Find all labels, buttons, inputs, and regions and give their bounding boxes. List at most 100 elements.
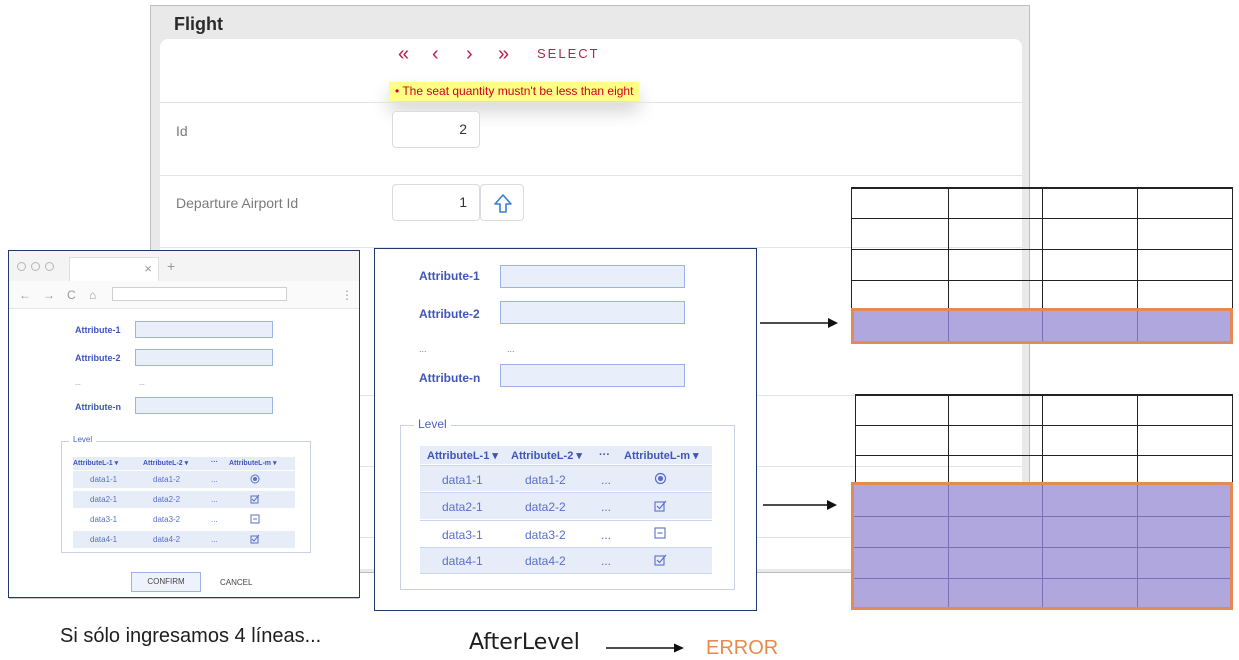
home-icon[interactable]: ⌂ <box>89 288 96 302</box>
ellipsis-label: ... <box>75 380 81 387</box>
departure-airport-id-input[interactable]: 1 <box>392 184 480 221</box>
menu-icon[interactable]: ⋮ <box>341 288 353 302</box>
level-legend: Level <box>69 435 97 444</box>
grid-cell: ... <box>601 528 612 542</box>
confirm-button[interactable]: CONFIRM <box>131 572 201 592</box>
attribute-1-input[interactable] <box>135 321 273 338</box>
attribute-n-label: Attribute-n <box>419 371 481 385</box>
grid-cell: data1-2 <box>525 473 566 487</box>
grid-cell: data3-1 <box>442 528 483 542</box>
window-control-icon[interactable] <box>45 262 54 271</box>
grid-cell: data1-2 <box>153 475 181 484</box>
next-record-button[interactable]: › <box>466 44 473 64</box>
ellipsis-label: ... <box>419 344 427 354</box>
address-bar[interactable] <box>112 287 287 301</box>
back-icon[interactable]: ← <box>19 288 31 302</box>
radio-icon[interactable] <box>250 474 260 484</box>
id-input[interactable]: 2 <box>392 111 480 148</box>
grid-cell: ... <box>601 500 612 514</box>
column-header[interactable]: AttributeL-2 ▾ <box>511 449 582 462</box>
grid-cell: ... <box>601 473 612 487</box>
table-line <box>1232 394 1233 482</box>
last-record-button[interactable]: » <box>498 44 509 64</box>
attribute-n-input[interactable] <box>135 397 273 414</box>
error-message: • The seat quantity mustn't be less than… <box>389 82 640 101</box>
grid-cell: data2-1 <box>442 500 483 514</box>
forward-icon[interactable]: → <box>43 288 55 302</box>
checkbox-checked-icon[interactable] <box>250 534 260 544</box>
attribute-1-input[interactable] <box>500 265 685 288</box>
table-line <box>855 394 856 482</box>
arrow-right-icon <box>606 643 684 653</box>
first-record-button[interactable]: « <box>398 44 409 64</box>
previous-record-button[interactable]: ‹ <box>432 44 439 64</box>
level-legend: Level <box>414 417 451 431</box>
select-link[interactable]: SELECT <box>537 46 600 61</box>
close-tab-icon[interactable]: × <box>144 261 152 276</box>
grid-cell: data1-1 <box>442 473 483 487</box>
id-label: Id <box>176 123 188 139</box>
grid-cell: data1-1 <box>90 475 118 484</box>
divider <box>160 175 1022 176</box>
table-line <box>855 425 1233 426</box>
window-control-icon[interactable] <box>17 262 26 271</box>
grid-cell: data4-2 <box>525 554 566 568</box>
reload-icon[interactable]: C <box>67 288 76 302</box>
attribute-2-label: Attribute-2 <box>419 307 480 321</box>
table-line <box>948 187 949 311</box>
divider <box>420 573 712 574</box>
ellipsis-value: ... <box>139 380 145 387</box>
column-header: ··· <box>211 459 218 466</box>
table-line <box>1042 394 1043 482</box>
checkbox-partial-icon[interactable] <box>654 527 667 540</box>
column-header: ··· <box>599 449 610 461</box>
window-control-icon[interactable] <box>31 262 40 271</box>
arrow-right-icon <box>763 500 837 510</box>
radio-icon[interactable] <box>654 472 667 485</box>
table-line <box>1042 187 1043 311</box>
column-header[interactable]: AttributeL-2 ▾ <box>143 459 188 467</box>
grid-cell: data2-1 <box>90 495 118 504</box>
cancel-button[interactable]: CANCEL <box>220 578 252 587</box>
highlight-border <box>851 308 1233 344</box>
browser-tab[interactable]: × <box>69 257 159 281</box>
divider <box>160 102 1022 103</box>
checkbox-checked-icon[interactable] <box>250 494 260 504</box>
grid-cell: ... <box>601 554 612 568</box>
attribute-n-input[interactable] <box>500 364 685 387</box>
new-tab-icon[interactable]: + <box>167 258 175 274</box>
grid-cell: data3-2 <box>525 528 566 542</box>
data-table-top <box>851 187 1233 344</box>
form-panel: Attribute-1 Attribute-2 ... ... Attribut… <box>374 248 757 611</box>
column-header[interactable]: AttributeL-1 ▾ <box>427 449 498 462</box>
table-line <box>1137 187 1138 311</box>
table-line <box>851 187 852 311</box>
grid-cell: data3-1 <box>90 515 118 524</box>
divider <box>420 520 712 521</box>
ellipsis-value: ... <box>507 344 515 354</box>
caption-left: Si sólo ingresamos 4 líneas... <box>60 625 322 647</box>
grid-cell: data2-2 <box>525 500 566 514</box>
attribute-2-input[interactable] <box>135 349 273 366</box>
grid-cell: ... <box>211 475 218 484</box>
column-header[interactable]: AttributeL-m ▾ <box>229 459 276 467</box>
checkbox-partial-icon[interactable] <box>250 514 260 524</box>
divider <box>9 598 359 599</box>
grid-cell: data2-2 <box>153 495 181 504</box>
table-line <box>1137 394 1138 482</box>
page-title: Flight <box>174 14 223 34</box>
table-line <box>855 394 1233 396</box>
grid-cell: data3-2 <box>153 515 181 524</box>
error-text: The seat quantity mustn't be less than e… <box>402 84 634 98</box>
prompt-button[interactable] <box>480 184 524 221</box>
browser-toolbar: ← → C ⌂ ⋮ <box>9 281 359 309</box>
browser-window: × + ← → C ⌂ ⋮ Attribute-1 Attribute-2 ..… <box>8 250 360 599</box>
grid-cell: data4-1 <box>90 535 118 544</box>
column-header[interactable]: AttributeL-m ▾ <box>624 449 699 462</box>
checkbox-checked-icon[interactable] <box>654 553 668 566</box>
checkbox-checked-icon[interactable] <box>654 499 668 512</box>
column-header[interactable]: AttributeL-1 ▾ <box>73 459 118 467</box>
attribute-2-input[interactable] <box>500 301 685 324</box>
data-table-bottom <box>851 394 1233 610</box>
browser-tabbar: × + <box>9 251 359 281</box>
